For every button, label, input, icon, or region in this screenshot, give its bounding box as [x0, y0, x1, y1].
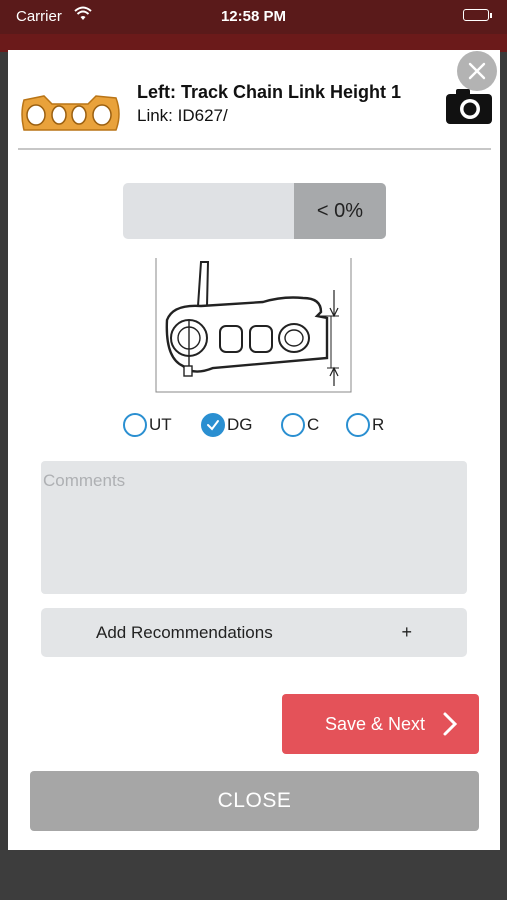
comments-placeholder: Comments — [43, 471, 126, 490]
track-chain-link-thumbnail — [21, 95, 120, 131]
add-recommendations-label: Add Recommendations — [96, 623, 273, 642]
close-x-glyph — [468, 62, 486, 80]
camera-icon[interactable] — [444, 86, 494, 126]
save-next-label: Save & Next — [325, 714, 426, 734]
plus-icon: + — [401, 622, 412, 642]
radio-label: R — [372, 415, 385, 434]
wear-percent-gauge: < 0% — [123, 183, 386, 239]
battery-icon — [463, 9, 492, 21]
chevron-right-icon — [443, 712, 458, 736]
add-recommendations-button[interactable]: Add Recommendations + — [41, 608, 467, 657]
radio-label: DG — [227, 415, 253, 434]
measurement-tool-options: UT DG C R — [0, 413, 507, 441]
inspection-title: Left: Track Chain Link Height 1 — [137, 82, 402, 102]
link-id-label: Link: ID627/ — [137, 106, 228, 125]
background-bottom-bar — [0, 850, 507, 900]
radio-c[interactable]: C — [281, 413, 319, 437]
track-link-measurement-diagram — [155, 258, 352, 393]
save-next-button[interactable]: Save & Next — [282, 694, 479, 754]
radio-checked-icon — [201, 413, 225, 437]
wear-percent-value: < 0% — [294, 183, 386, 239]
close-icon[interactable] — [457, 51, 497, 91]
radio-ut[interactable]: UT — [123, 413, 172, 437]
close-button[interactable]: CLOSE — [30, 771, 479, 831]
radio-r[interactable]: R — [346, 413, 384, 437]
radio-unchecked-icon — [281, 413, 305, 437]
clock: 12:58 PM — [220, 8, 287, 25]
radio-label: C — [307, 415, 320, 434]
radio-label: UT — [149, 415, 172, 434]
radio-unchecked-icon — [123, 413, 147, 437]
status-bar: Carrier 12:58 PM — [0, 0, 507, 34]
radio-unchecked-icon — [346, 413, 370, 437]
comments-field[interactable]: Comments — [41, 461, 467, 594]
radio-dg[interactable]: DG — [201, 413, 253, 437]
header-divider — [18, 148, 491, 150]
